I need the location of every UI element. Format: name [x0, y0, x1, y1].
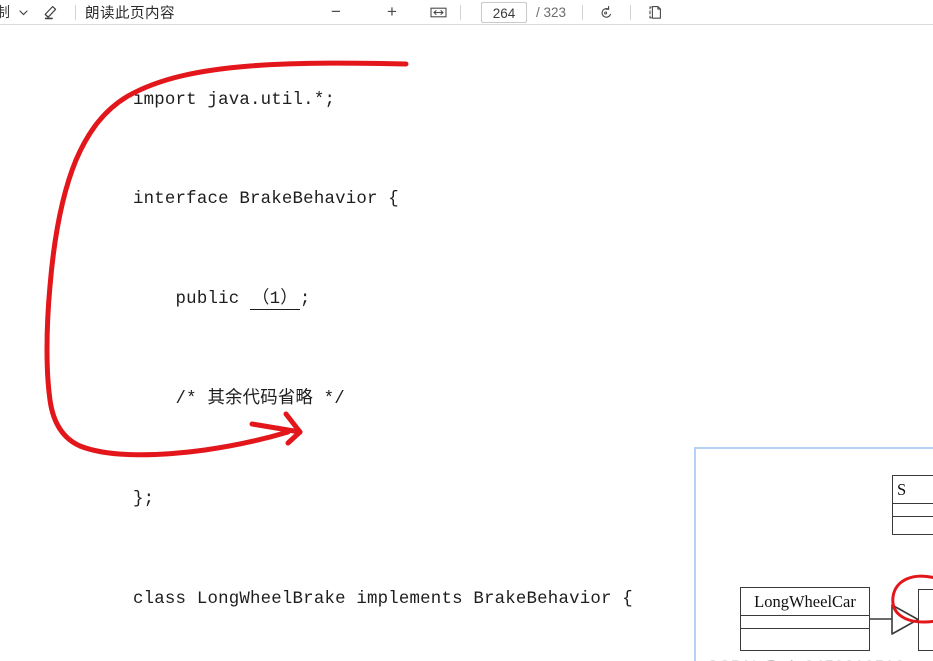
chevron-down-icon[interactable]: [10, 1, 36, 23]
answer-blank-1: （1）: [250, 290, 300, 311]
toolbar-divider-2: [460, 4, 461, 20]
fit-width-icon[interactable]: [425, 1, 451, 23]
pdf-page-canvas[interactable]: import java.util.*; interface BrakeBehav…: [0, 25, 933, 661]
csdn-watermark: CSDN @nie2459010516: [706, 657, 905, 661]
zoom-in-button[interactable]: +: [379, 1, 405, 23]
zoom-out-button[interactable]: −: [323, 1, 349, 23]
code-line: /* 其余代码省略 */: [133, 390, 345, 410]
code-line-blank-1: public （1）;: [133, 290, 311, 311]
page-number-input[interactable]: 264: [481, 1, 527, 23]
pdf-viewer-toolbar: 制 朗读此页内容 − + 264 / 323: [0, 0, 933, 25]
rotate-counterclockwise-icon[interactable]: [592, 1, 620, 23]
highlighter-icon[interactable]: [36, 1, 66, 23]
page-view-icon[interactable]: [640, 1, 668, 23]
page-total-label: / 323: [536, 4, 567, 20]
code-line: interface BrakeBehavior {: [133, 190, 399, 210]
uml-diagram-panel[interactable]: S LongWheelCar CSDN @nie2459010516: [694, 447, 933, 661]
toolbar-divider-3: [582, 4, 584, 20]
uml-red-circle-annotation: [891, 574, 933, 624]
code-line: import java.util.*;: [133, 90, 336, 110]
toolbar-divider-4: [630, 4, 632, 20]
read-aloud-button[interactable]: 朗读此页内容: [85, 2, 175, 23]
toolbar-divider: [75, 4, 76, 20]
clipped-tool-label: 制: [0, 4, 10, 20]
